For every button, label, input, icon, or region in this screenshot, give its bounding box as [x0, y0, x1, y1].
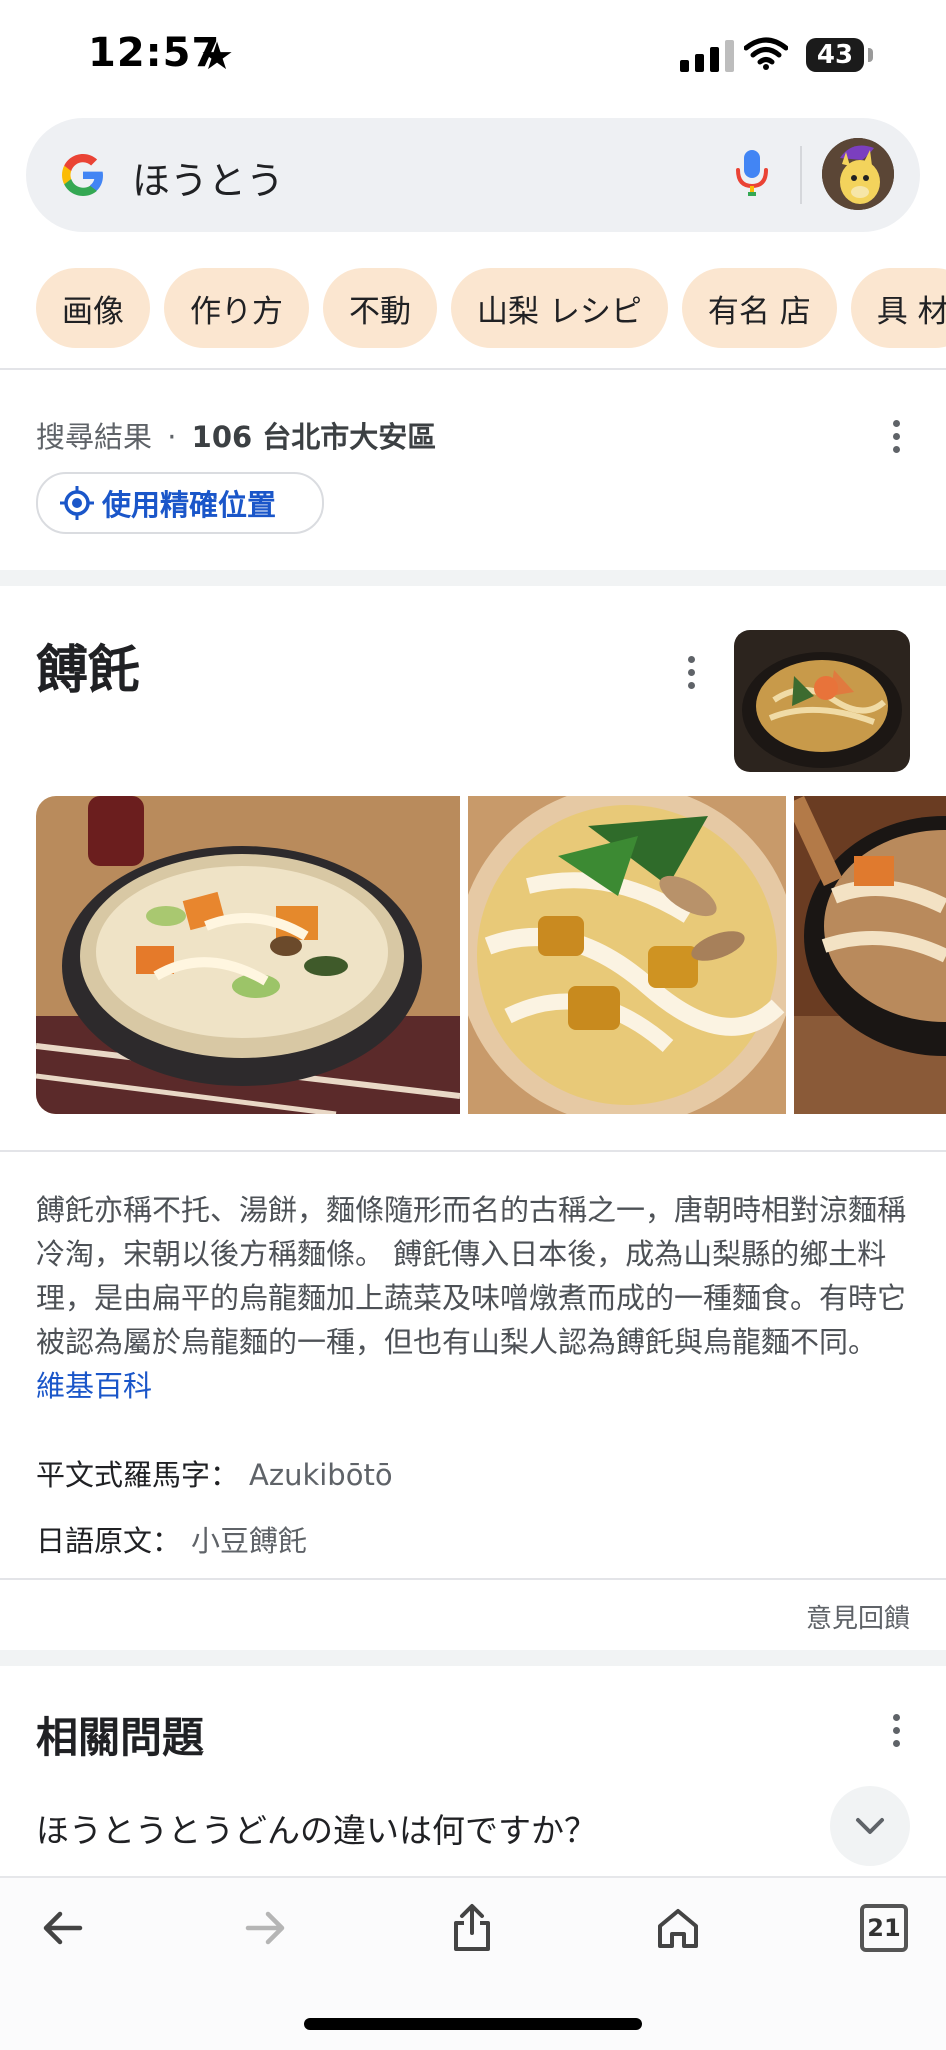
- location-line: 搜尋結果 · 106 台北市大安區: [36, 414, 436, 456]
- related-questions-title: 相關問題: [36, 1713, 205, 1762]
- chip-yamanashi-recipe[interactable]: 山梨 レシピ: [451, 268, 668, 348]
- knowledge-panel-more-options-icon[interactable]: [688, 656, 695, 689]
- tabs-icon[interactable]: 21: [854, 1898, 914, 1958]
- wifi-icon: [743, 36, 789, 74]
- crosshair-icon: [60, 486, 94, 520]
- feedback-link[interactable]: 意見回饋: [806, 1598, 910, 1635]
- fact-label: 平文式羅馬字：: [36, 1458, 240, 1492]
- chip-images[interactable]: 画像: [36, 268, 150, 348]
- food-image-2[interactable]: [468, 796, 786, 1114]
- chip-famous-shop[interactable]: 有名 店: [681, 268, 837, 348]
- battery-level: 43: [816, 40, 854, 70]
- wikipedia-link[interactable]: 維基百科: [36, 1369, 152, 1403]
- fact-label: 日語原文：: [36, 1524, 182, 1558]
- use-precise-location-button[interactable]: 使用精確位置: [36, 472, 324, 534]
- search-input[interactable]: ほうとう: [132, 150, 284, 205]
- battery-icon: 43: [806, 38, 864, 72]
- cellular-signal-icon: [680, 38, 734, 72]
- knowledge-panel-thumbnail[interactable]: [734, 630, 910, 772]
- search-divider: [800, 146, 802, 204]
- location-label: 搜尋結果: [36, 420, 153, 454]
- forward-arrow-icon[interactable]: [236, 1898, 296, 1958]
- suggestion-chips: 画像 作り方 不動 山梨 レシピ 有名 店 具 材: [36, 268, 946, 348]
- home-icon[interactable]: [648, 1898, 708, 1958]
- share-icon[interactable]: [442, 1898, 502, 1958]
- chevron-down-icon[interactable]: [830, 1786, 910, 1866]
- divider: [0, 1578, 946, 1580]
- fact-original-japanese: 日語原文： 小豆餺飥: [36, 1518, 307, 1560]
- knowledge-panel-description: 餺飥亦稱不托、湯餅，麵條隨形而名的古稱之一，唐朝時相對涼麵稱冷淘，宋朝以後方稱麵…: [36, 1188, 910, 1408]
- chip-fudo[interactable]: 不動: [323, 268, 437, 348]
- description-text: 餺飥亦稱不托、湯餅，麵條隨形而名的古稱之一，唐朝時相對涼麵稱冷淘，宋朝以後方稱麵…: [36, 1193, 907, 1359]
- location-more-options-icon[interactable]: [893, 420, 900, 453]
- back-arrow-icon[interactable]: [32, 1898, 92, 1958]
- use-precise-location-label: 使用精確位置: [102, 488, 277, 522]
- battery-tip: [868, 48, 873, 62]
- chip-ingredients[interactable]: 具 材: [850, 268, 946, 348]
- account-avatar[interactable]: [822, 138, 894, 210]
- fact-romanization: 平文式羅馬字： Azukibōtō: [36, 1452, 393, 1494]
- section-separator: [0, 1650, 946, 1666]
- section-separator: [0, 570, 946, 586]
- google-logo-icon: [56, 148, 110, 202]
- related-question[interactable]: ほうとうとうどんの違いは何ですか？: [36, 1804, 597, 1852]
- knowledge-panel-title: 餺飥: [36, 641, 141, 701]
- location-place: 106 台北市大安區: [191, 420, 437, 454]
- location-separator: ·: [167, 420, 177, 454]
- fact-value: Azukibōtō: [249, 1458, 393, 1492]
- star-icon: ★: [200, 34, 235, 78]
- chip-how-to-make[interactable]: 作り方: [164, 268, 309, 348]
- home-indicator: [304, 2018, 642, 2030]
- food-image-3[interactable]: [794, 796, 946, 1114]
- divider: [0, 1150, 946, 1152]
- related-questions-more-options-icon[interactable]: [893, 1714, 900, 1747]
- divider: [0, 368, 946, 370]
- food-image-1[interactable]: [36, 796, 460, 1114]
- tabs-count: 21: [860, 1904, 908, 1952]
- microphone-icon[interactable]: [734, 148, 770, 202]
- fact-value: 小豆餺飥: [191, 1524, 308, 1558]
